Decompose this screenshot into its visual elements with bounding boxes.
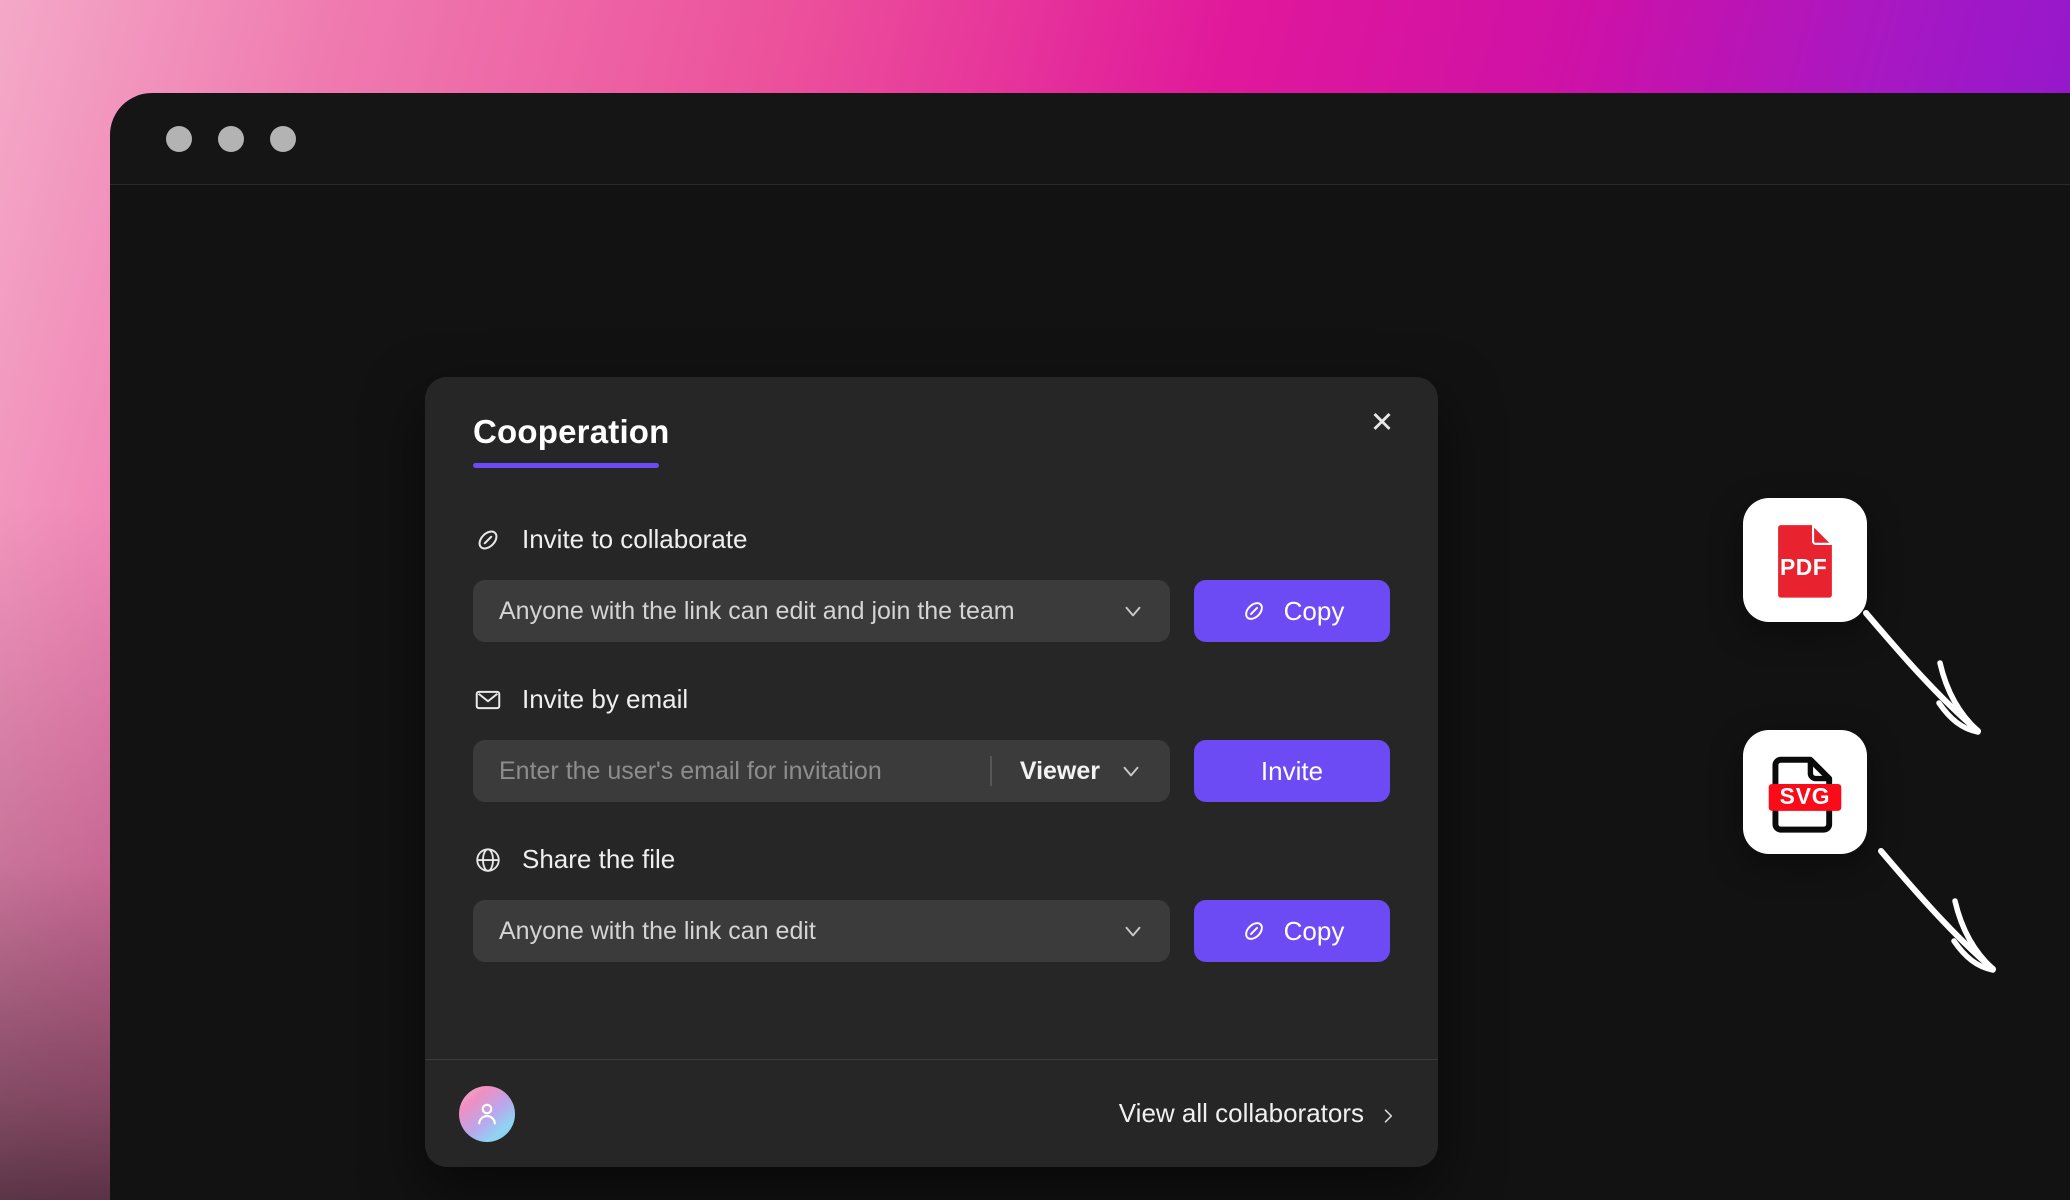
role-select[interactable]: Viewer — [992, 740, 1170, 802]
invite-button-label: Invite — [1260, 755, 1324, 786]
link-icon — [1240, 597, 1268, 625]
avatar[interactable] — [459, 1085, 515, 1142]
chevron-down-icon — [1120, 598, 1146, 624]
window-titlebar — [110, 93, 2070, 185]
section-invite-by-email: Invite by email Viewer — [473, 684, 1390, 802]
pdf-file-icon: PDF — [1778, 523, 1833, 598]
arrow-to-pdf-icon — [1863, 610, 1981, 735]
app-body: Cooperation ✕ Invite to collaborate Anyo… — [110, 185, 2070, 1200]
title-underline — [473, 463, 659, 468]
pdf-badge[interactable]: PDF — [1743, 498, 1867, 622]
share-permission-select[interactable]: Anyone with the link can edit — [473, 900, 1170, 962]
close-dot[interactable] — [166, 125, 192, 152]
link-permission-select[interactable]: Anyone with the link can edit and join t… — [473, 580, 1170, 642]
dialog-footer: View all collaborators — [425, 1059, 1438, 1167]
view-all-collaborators-link[interactable]: View all collaborators — [1119, 1098, 1398, 1129]
copy-share-link-button[interactable]: Copy — [1194, 900, 1390, 962]
invite-button[interactable]: Invite — [1194, 740, 1390, 802]
dialog-header: Cooperation ✕ — [425, 377, 1438, 468]
cooperation-dialog: Cooperation ✕ Invite to collaborate Anyo… — [425, 377, 1438, 1167]
link-icon — [473, 525, 503, 555]
chevron-down-icon — [1120, 918, 1146, 944]
page-title: Cooperation — [473, 413, 670, 450]
section-header: Invite by email — [473, 684, 1390, 715]
close-icon[interactable]: ✕ — [1362, 403, 1402, 443]
section-label: Share the file — [522, 844, 676, 874]
chevron-right-icon — [1378, 1102, 1398, 1126]
email-field[interactable] — [473, 740, 990, 802]
section-row: Anyone with the link can edit Copy — [473, 900, 1390, 962]
svg-badge[interactable]: SVG — [1743, 730, 1867, 854]
maximize-dot[interactable] — [270, 125, 296, 152]
section-header: Invite to collaborate — [473, 524, 1390, 555]
section-share-the-file: Share the file Anyone with the link can … — [473, 844, 1390, 962]
chevron-down-icon — [1118, 758, 1144, 784]
role-value: Viewer — [1019, 756, 1100, 785]
email-invite-group: Viewer — [473, 740, 1170, 802]
view-all-collaborators-label: View all collaborators — [1118, 1098, 1364, 1128]
select-value: Anyone with the link can edit and join t… — [499, 596, 1015, 625]
section-row: Anyone with the link can edit and join t… — [473, 580, 1390, 642]
svg-text:SVG: SVG — [1780, 783, 1831, 809]
select-value: Anyone with the link can edit — [499, 916, 816, 945]
section-row: Viewer Invite — [473, 740, 1390, 802]
section-label: Invite by email — [522, 684, 689, 714]
section-label: Invite to collaborate — [522, 524, 748, 554]
traffic-lights — [166, 125, 296, 152]
user-icon — [478, 1103, 496, 1124]
section-header: Share the file — [473, 844, 1390, 875]
svg-text:PDF: PDF — [1780, 554, 1827, 580]
copy-button-label: Copy — [1283, 915, 1345, 946]
app-window: Cooperation ✕ Invite to collaborate Anyo… — [110, 93, 2070, 1200]
minimize-dot[interactable] — [218, 125, 244, 152]
globe-icon — [473, 845, 503, 875]
dialog-content: Invite to collaborate Anyone with the li… — [425, 468, 1438, 1059]
mail-icon — [473, 685, 503, 715]
copy-invite-link-button[interactable]: Copy — [1194, 580, 1390, 642]
section-invite-to-collaborate: Invite to collaborate Anyone with the li… — [473, 524, 1390, 642]
copy-button-label: Copy — [1283, 595, 1345, 626]
svg-file-icon: SVG — [1768, 756, 1842, 833]
link-icon — [1240, 917, 1268, 945]
arrow-to-svg-icon — [1878, 848, 1996, 973]
